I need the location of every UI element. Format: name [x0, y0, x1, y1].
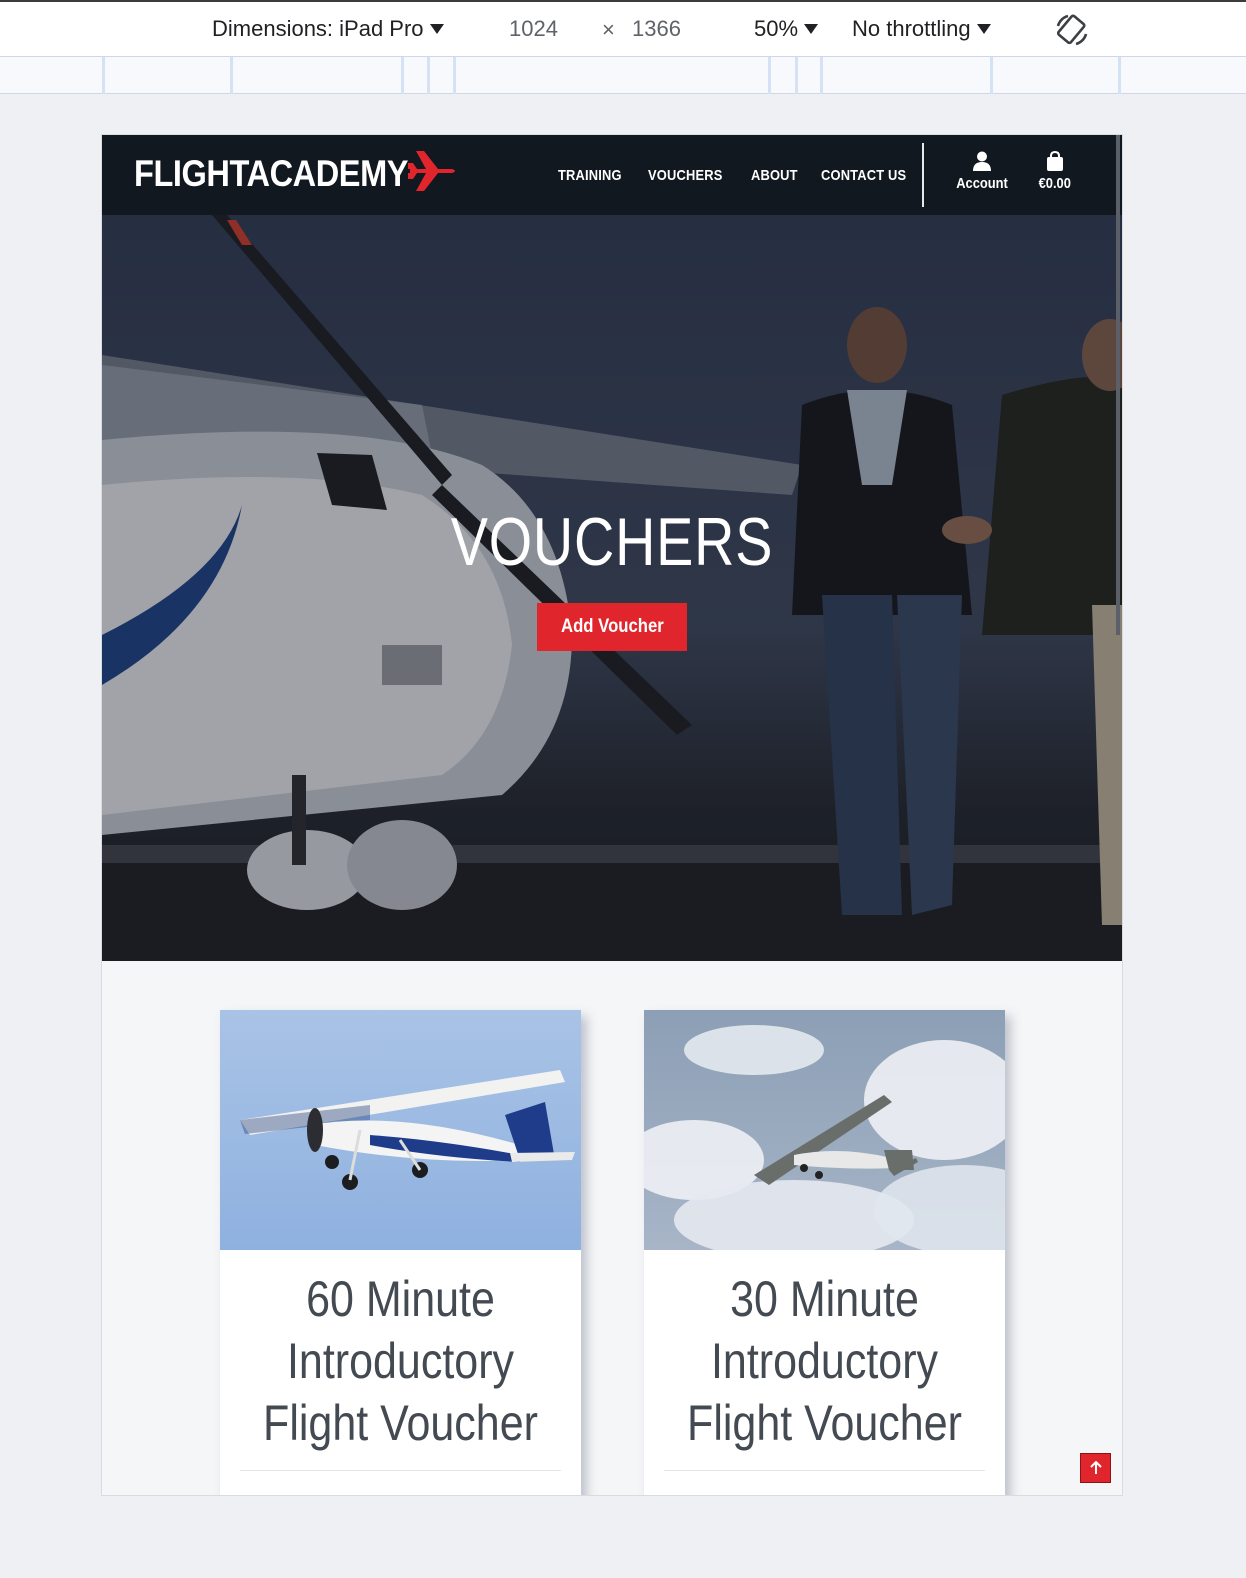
- width-input[interactable]: 1024: [509, 16, 558, 42]
- menu-item-training[interactable]: TRAINING: [558, 167, 622, 184]
- voucher-title-line: 30 Minute: [730, 1271, 919, 1327]
- hero-overlay: [102, 215, 1122, 961]
- add-voucher-button[interactable]: Add Voucher: [537, 603, 687, 651]
- zoom-value: 50%: [754, 16, 799, 41]
- nav-divider: [922, 143, 924, 207]
- airplane-icon: [408, 151, 455, 191]
- throttling-value: No throttling: [852, 16, 971, 41]
- device-dimensions-label: Dimensions: iPad Pro: [212, 16, 424, 41]
- height-value: 1366: [632, 16, 681, 41]
- voucher-title-line: Introductory: [710, 1333, 939, 1389]
- times-icon: ×: [602, 17, 615, 42]
- voucher-image[interactable]: [644, 1010, 1005, 1250]
- caret-down-icon: [804, 24, 819, 34]
- voucher-card[interactable]: 60 Minute Introductory Flight Voucher: [220, 1010, 581, 1495]
- account-label: Account: [956, 175, 1008, 192]
- voucher-title-line: Flight Voucher: [263, 1395, 538, 1451]
- zoom-dropdown[interactable]: 50%: [754, 16, 819, 42]
- caret-down-icon: [429, 24, 444, 34]
- voucher-title[interactable]: 30 Minute Introductory Flight Voucher: [669, 1250, 979, 1454]
- voucher-card[interactable]: 30 Minute Introductory Flight Voucher: [644, 1010, 1005, 1495]
- shopping-bag-icon: [1046, 151, 1063, 171]
- device-viewport: FLIGHTACADEMY TRAINING VOUCHERS ABOUT CO…: [102, 135, 1122, 1495]
- voucher-title[interactable]: 60 Minute Introductory Flight Voucher: [245, 1250, 555, 1454]
- menu-item-about[interactable]: ABOUT: [751, 167, 798, 184]
- back-to-top-button[interactable]: [1080, 1453, 1111, 1483]
- voucher-image[interactable]: [220, 1010, 581, 1250]
- width-value: 1024: [509, 16, 558, 41]
- hero-title: VOUCHERS: [450, 504, 774, 580]
- scrollbar-thumb[interactable]: [1116, 135, 1120, 635]
- device-dimensions-dropdown[interactable]: Dimensions: iPad Pro: [212, 16, 444, 42]
- rotate-icon[interactable]: [1054, 12, 1090, 48]
- cart-link[interactable]: €0.00: [1036, 151, 1074, 192]
- add-voucher-label: Add Voucher: [560, 616, 664, 637]
- main-menu: TRAINING VOUCHERS ABOUT CONTACT US: [558, 167, 920, 184]
- menu-item-contact-us[interactable]: CONTACT US: [821, 167, 906, 184]
- arrow-up-icon: [1089, 1461, 1102, 1474]
- voucher-list: 60 Minute Introductory Flight Voucher 30…: [102, 961, 1122, 1495]
- plane-flying-blue-sky-photo: [220, 1010, 581, 1250]
- height-input[interactable]: 1366: [632, 16, 681, 42]
- user-icon: [973, 151, 991, 171]
- account-link[interactable]: Account: [952, 151, 1012, 192]
- hero-banner: VOUCHERS Add Voucher: [102, 215, 1122, 961]
- site-navbar: FLIGHTACADEMY TRAINING VOUCHERS ABOUT CO…: [102, 135, 1122, 215]
- site-logo[interactable]: FLIGHTACADEMY: [134, 153, 408, 195]
- card-divider: [240, 1470, 561, 1471]
- card-divider: [664, 1470, 985, 1471]
- voucher-title-line: Introductory: [286, 1333, 515, 1389]
- menu-item-vouchers[interactable]: VOUCHERS: [648, 167, 722, 184]
- cart-total: €0.00: [1038, 175, 1071, 192]
- voucher-title-line: 60 Minute: [306, 1271, 495, 1327]
- voucher-title-line: Flight Voucher: [687, 1395, 962, 1451]
- media-query-ruler: [0, 56, 1246, 94]
- logo-text: FLIGHTACADEMY: [134, 153, 409, 194]
- caret-down-icon: [976, 24, 991, 34]
- plane-flying-cloudy-sky-photo: [644, 1010, 1005, 1250]
- throttling-dropdown[interactable]: No throttling: [852, 16, 991, 42]
- devtools-toolbar: Dimensions: iPad Pro 1024 × 1366 50% No …: [0, 0, 1246, 56]
